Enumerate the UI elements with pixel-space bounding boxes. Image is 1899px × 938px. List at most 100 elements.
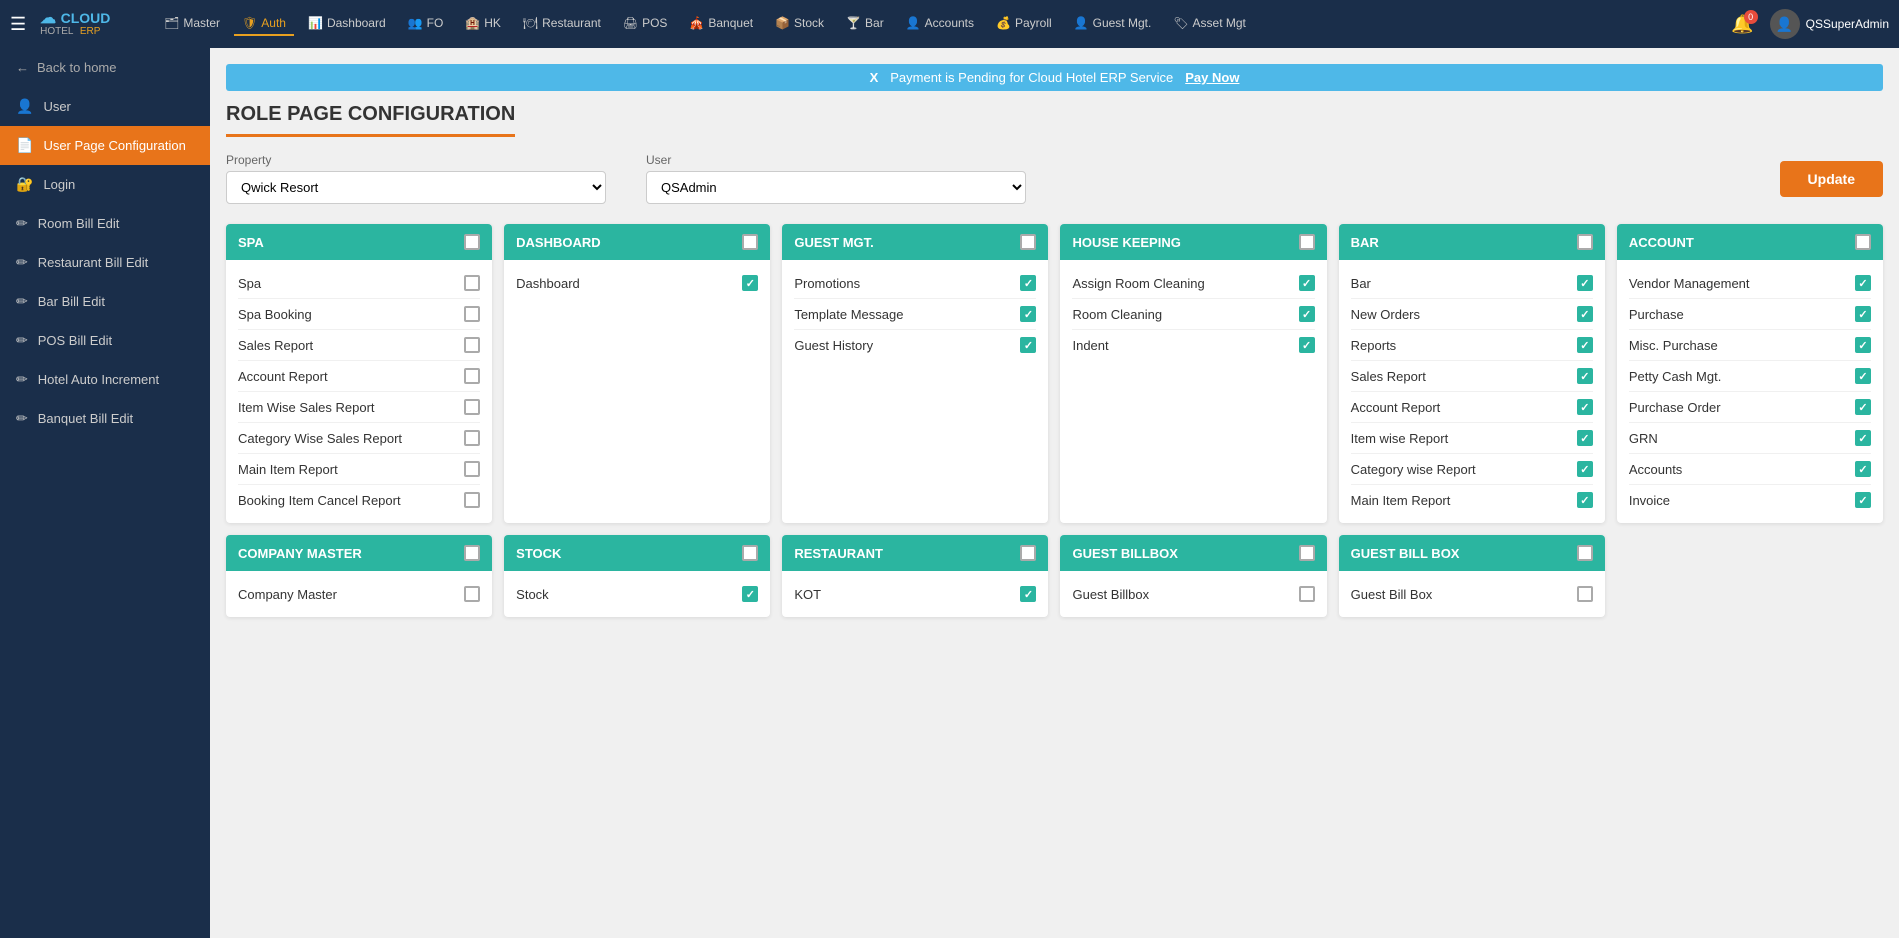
nav-item-pos[interactable]: 🖨 POS <box>615 12 676 36</box>
perm-item-checkbox[interactable] <box>464 492 480 508</box>
card-header-checkbox-3[interactable] <box>1299 234 1315 250</box>
update-button[interactable]: Update <box>1780 161 1883 197</box>
perm-item-checkbox[interactable] <box>1855 399 1871 415</box>
perm-item-checkbox[interactable] <box>1855 492 1871 508</box>
perm-item-checkbox[interactable] <box>1020 337 1036 353</box>
nav-item-guestmgt[interactable]: 👤 Guest Mgt. <box>1066 12 1160 36</box>
card-body-5: Vendor ManagementPurchaseMisc. PurchaseP… <box>1617 260 1883 523</box>
card-header-checkbox-2[interactable] <box>1020 234 1036 250</box>
perm-item: Spa <box>238 268 480 299</box>
notification-badge: 0 <box>1744 10 1758 24</box>
filters-row: Property Qwick Resort User QSAdmin Updat… <box>226 153 1883 204</box>
perm-item: Main Item Report <box>238 454 480 485</box>
perm-item-checkbox[interactable] <box>1020 306 1036 322</box>
perm-item-checkbox[interactable] <box>1577 306 1593 322</box>
perm-item-checkbox[interactable] <box>1855 275 1871 291</box>
nav-item-dashboard[interactable]: 📊 Dashboard <box>300 12 394 36</box>
perm-card-house-keeping: HOUSE KEEPINGAssign Room CleaningRoom Cl… <box>1060 224 1326 523</box>
perm-item-checkbox[interactable] <box>1299 306 1315 322</box>
nav-item-stock[interactable]: 📦 Stock <box>767 12 832 36</box>
perm-item-checkbox[interactable] <box>1299 337 1315 353</box>
perm-item-checkbox[interactable] <box>464 337 480 353</box>
perm-item-checkbox[interactable] <box>1577 275 1593 291</box>
perm-item-checkbox[interactable] <box>1577 430 1593 446</box>
user-menu[interactable]: 👤 QSSuperAdmin <box>1770 9 1889 39</box>
perm-item-checkbox[interactable] <box>1855 337 1871 353</box>
perm-item-checkbox[interactable] <box>1855 306 1871 322</box>
banner-close-button[interactable]: X <box>870 70 879 85</box>
room-bill-edit-icon: ✏ <box>16 215 28 232</box>
perm-item-checkbox[interactable] <box>1299 275 1315 291</box>
perm-item-checkbox[interactable] <box>464 586 480 602</box>
card-header-checkbox-0[interactable] <box>464 545 480 561</box>
perm-item-checkbox[interactable] <box>1577 337 1593 353</box>
sidebar-item-user[interactable]: 👤 User <box>0 87 210 126</box>
perm-item-checkbox[interactable] <box>1855 461 1871 477</box>
perm-item-checkbox[interactable] <box>464 368 480 384</box>
sidebar-item-login[interactable]: 🔐 Login <box>0 165 210 204</box>
card-header-checkbox-4[interactable] <box>1577 234 1593 250</box>
nav-item-restaurant[interactable]: 🍽 Restaurant <box>515 12 609 36</box>
card-header-checkbox-1[interactable] <box>742 234 758 250</box>
card-header-checkbox-0[interactable] <box>464 234 480 250</box>
perm-item-checkbox[interactable] <box>464 430 480 446</box>
card-body-4: Guest Bill Box <box>1339 571 1605 617</box>
nav-item-hk[interactable]: 🏨 HK <box>457 12 509 36</box>
sidebar-item-restaurant-bill-edit[interactable]: ✏ Restaurant Bill Edit <box>0 243 210 282</box>
sidebar-item-room-bill-edit[interactable]: ✏ Room Bill Edit <box>0 204 210 243</box>
sidebar-item-bar-bill-edit[interactable]: ✏ Bar Bill Edit <box>0 282 210 321</box>
perm-item-checkbox[interactable] <box>1577 461 1593 477</box>
perm-item-label: Company Master <box>238 587 337 602</box>
hamburger-icon[interactable]: ☰ <box>10 14 26 35</box>
perm-item-checkbox[interactable] <box>464 306 480 322</box>
restaurant-icon: 🍽 <box>523 16 538 30</box>
perm-item: Accounts <box>1629 454 1871 485</box>
perm-item-label: Category Wise Sales Report <box>238 431 402 446</box>
nav-item-auth[interactable]: 🛡 Auth <box>234 12 294 36</box>
logo-hotel-label: HOTEL <box>40 26 73 37</box>
card-header-checkbox-5[interactable] <box>1855 234 1871 250</box>
perm-item: Account Report <box>1351 392 1593 423</box>
notification-bell[interactable]: 🔔 0 <box>1731 14 1753 35</box>
user-select[interactable]: QSAdmin <box>646 171 1026 204</box>
banner-message: Payment is Pending for Cloud Hotel ERP S… <box>890 70 1173 85</box>
nav-item-fo[interactable]: 👥 FO <box>400 12 452 36</box>
perm-item-checkbox[interactable] <box>1855 368 1871 384</box>
card-header-checkbox-2[interactable] <box>1020 545 1036 561</box>
perm-item-checkbox[interactable] <box>1577 368 1593 384</box>
perm-item-label: Category wise Report <box>1351 462 1476 477</box>
sidebar-back-to-home[interactable]: ← Back to home <box>0 48 210 87</box>
perm-item-checkbox[interactable] <box>1577 492 1593 508</box>
card-header-checkbox-1[interactable] <box>742 545 758 561</box>
perm-item-checkbox[interactable] <box>1299 586 1315 602</box>
sidebar-item-hotel-auto-increment[interactable]: ✏ Hotel Auto Increment <box>0 360 210 399</box>
card-header-checkbox-4[interactable] <box>1577 545 1593 561</box>
perm-item-checkbox[interactable] <box>1020 586 1036 602</box>
perm-item-checkbox[interactable] <box>464 461 480 477</box>
perm-item-checkbox[interactable] <box>1855 430 1871 446</box>
perm-item-checkbox[interactable] <box>464 275 480 291</box>
sidebar-item-pos-bill-edit[interactable]: ✏ POS Bill Edit <box>0 321 210 360</box>
nav-item-assetmgt[interactable]: 🏷 Asset Mgt <box>1165 12 1254 36</box>
nav-item-banquet[interactable]: 🎪 Banquet <box>681 12 761 36</box>
nav-item-payroll[interactable]: 💰 Payroll <box>988 12 1060 36</box>
perm-item-label: Petty Cash Mgt. <box>1629 369 1721 384</box>
property-select[interactable]: Qwick Resort <box>226 171 606 204</box>
card-body-1: Dashboard <box>504 260 770 306</box>
hotel-auto-icon: ✏ <box>16 371 28 388</box>
perm-item-checkbox[interactable] <box>742 586 758 602</box>
perm-item-checkbox[interactable] <box>1577 586 1593 602</box>
perm-card-restaurant: RESTAURANTKOT <box>782 535 1048 617</box>
sidebar-item-banquet-bill-edit[interactable]: ✏ Banquet Bill Edit <box>0 399 210 438</box>
nav-item-master[interactable]: 🗂 Master <box>156 12 228 36</box>
perm-item-checkbox[interactable] <box>1577 399 1593 415</box>
perm-item-checkbox[interactable] <box>1020 275 1036 291</box>
perm-item: Stock <box>516 579 758 609</box>
nav-item-bar[interactable]: 🍸 Bar <box>838 12 892 36</box>
perm-item-checkbox[interactable] <box>464 399 480 415</box>
perm-item-checkbox[interactable] <box>742 275 758 291</box>
card-header-checkbox-3[interactable] <box>1299 545 1315 561</box>
pay-now-link[interactable]: Pay Now <box>1185 70 1239 85</box>
sidebar-item-user-page-configuration[interactable]: 📄 User Page Configuration <box>0 126 210 165</box>
nav-item-accounts[interactable]: 👤 Accounts <box>898 12 982 36</box>
